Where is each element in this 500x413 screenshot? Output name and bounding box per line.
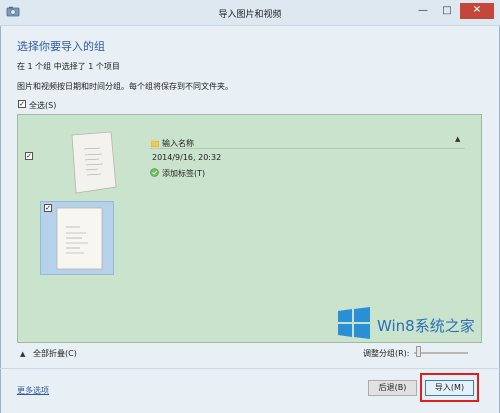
back-button[interactable]: 后退(B) — [368, 380, 417, 396]
grouping-description: 图片和视频按日期和时间分组。每个组将保存到不同文件夹。 — [17, 82, 233, 91]
group-name-underline — [150, 148, 465, 149]
add-tag-link[interactable]: 添加标签(T) — [162, 168, 205, 179]
tag-icon — [150, 168, 159, 177]
item-checkbox[interactable]: ✓ — [44, 204, 52, 212]
group-date: 2014/9/16, 20:32 — [152, 153, 222, 162]
select-all-label[interactable]: 全选(S) — [29, 100, 56, 111]
collapse-all-button[interactable]: 全部折叠(C) — [33, 348, 77, 359]
more-options-link[interactable]: 更多选项 — [17, 385, 49, 396]
item-thumbnail-document — [56, 207, 103, 270]
watermark-text: Win8系统之家 — [377, 317, 475, 335]
page-heading: 选择你要导入的组 — [17, 40, 105, 53]
import-highlight-box — [420, 373, 479, 402]
adjust-grouping-label: 调整分组(R): — [363, 349, 410, 358]
select-all-checkbox[interactable]: ✓ — [18, 100, 26, 108]
collapse-all-icon[interactable]: ▲ — [20, 350, 25, 358]
windows-logo-icon — [338, 307, 370, 339]
maximize-button[interactable]: □ — [436, 4, 458, 18]
grouping-slider-thumb[interactable] — [416, 346, 422, 357]
close-button[interactable]: × — [460, 3, 494, 19]
selection-summary: 在 1 个组 中选择了 1 个项目 — [17, 62, 120, 71]
group-checkbox[interactable]: ✓ — [25, 152, 33, 160]
minimize-button[interactable]: — — [412, 4, 434, 18]
folder-icon — [151, 140, 159, 147]
grouping-slider-track[interactable] — [414, 352, 468, 354]
collapse-group-button[interactable]: ▲ — [455, 135, 460, 143]
group-thumbnail-document — [71, 131, 117, 194]
footer-divider — [0, 368, 500, 369]
